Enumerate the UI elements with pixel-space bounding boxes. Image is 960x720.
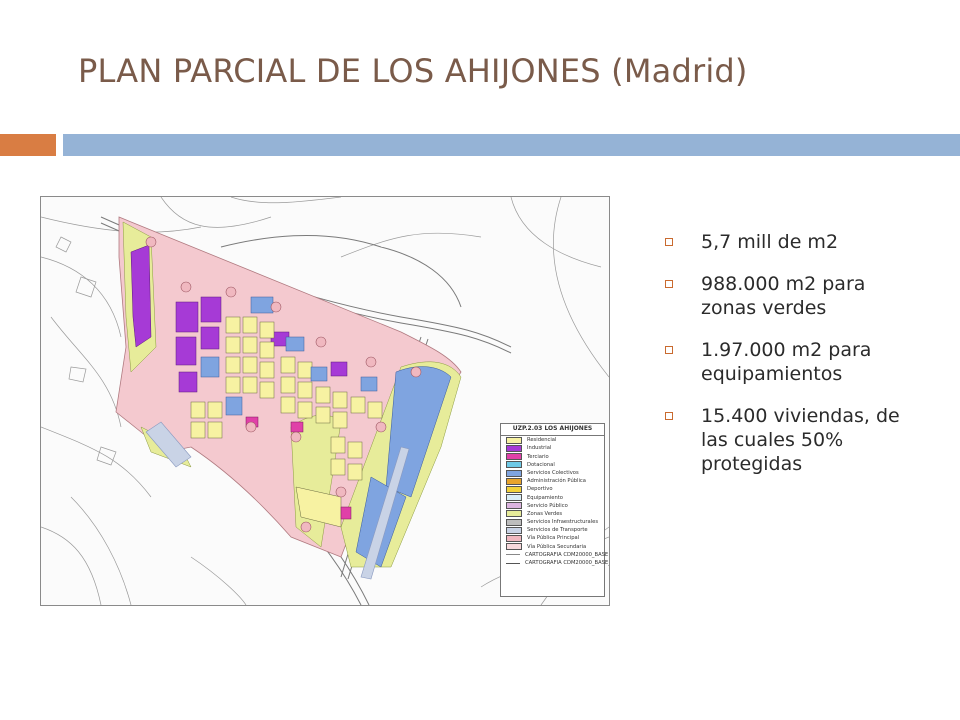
legend-item: Residencial [501,436,604,444]
legend-label: Administración Pública [527,478,586,485]
legend-label: Servicios Colectivos [527,469,579,476]
legend-item: Servicios Colectivos [501,469,604,477]
legend-label: Servicio Público [527,502,568,509]
legend-swatch [506,543,522,551]
accent-bar-blue [63,134,960,156]
legend-label: Terciario [527,453,549,460]
legend-label: Deportivo [527,486,553,493]
legend-label: Servicios de Transporte [527,527,588,534]
legend-label: Vía Pública Principal [527,535,580,542]
legend-item: Industrial [501,444,604,452]
legend-item: Servicio Público [501,502,604,510]
legend-item: Vía Pública Secundaria [501,543,604,551]
legend-item: Dotacional [501,461,604,469]
bullet-text: 15.400 viviendas, de las cuales 50% prot… [701,405,900,475]
map-legend: UZP.2.03 LOS AHIJONES Residencial Industr… [500,423,609,597]
legend-swatch [506,502,522,510]
bullet-text: 988.000 m2 para zonas verdes [701,273,866,319]
square-bullet-icon [665,346,673,354]
bullet-item: 1.97.000 m2 para equipamientos [663,338,923,386]
legend-label: Zonas Verdes [527,510,563,517]
legend-item: Vía Pública Principal [501,534,604,543]
bullet-item: 988.000 m2 para zonas verdes [663,272,923,320]
legend-swatch [506,477,522,485]
legend-label: Dotacional [527,461,555,468]
legend-label: Residencial [527,437,557,444]
legend-label: Vía Pública Secundaria [527,543,587,550]
legend-swatch [506,453,522,461]
legend-item: Administración Pública [501,477,604,485]
legend-item: Terciario [501,453,604,461]
legend-label: Servicios Infraestructurales [527,519,599,526]
legend-title: UZP.2.03 LOS AHIJONES [501,424,604,437]
legend-swatch [506,469,522,477]
square-bullet-icon [665,412,673,420]
bullet-item: 5,7 mill de m2 [663,230,923,254]
legend-item: Servicios de Transporte [501,526,604,534]
legend-label: CARTOGRAFIA CDM20000_BASE [525,551,609,558]
square-bullet-icon [665,238,673,246]
legend-swatch [506,436,522,444]
accent-bar-orange [0,134,56,156]
legend-swatch [506,461,522,469]
legend-line-item: CARTOGRAFIA CDM20000_BASE [501,551,608,559]
legend-label: Industrial [527,445,552,452]
legend-swatch [506,494,522,502]
legend-label: CARTOGRAFIA CDM20000_BASE_L_04 [525,560,609,567]
bullet-text: 5,7 mill de m2 [701,231,839,253]
legend-swatch [506,526,522,534]
legend-line-swatch [506,554,520,556]
legend-swatch [506,510,522,518]
slide-title: PLAN PARCIAL DE LOS AHIJONES (Madrid) [78,52,748,90]
legend-line-item: CARTOGRAFIA CDM20000_BASE_L_04 [501,559,609,567]
square-bullet-icon [665,280,673,288]
legend-swatch [506,444,522,452]
legend-item: Deportivo [501,485,604,493]
bullet-list: 5,7 mill de m2 988.000 m2 para zonas ver… [663,230,923,494]
legend-swatch [506,535,522,543]
bullet-item: 15.400 viviendas, de las cuales 50% prot… [663,404,923,476]
legend-item: Servicios Infraestructurales [501,518,604,526]
urban-plan-map: UZP.2.03 LOS AHIJONES Residencial Industr… [40,196,610,606]
legend-item: Equipamiento [501,494,604,502]
legend-label: Equipamiento [527,494,563,501]
legend-swatch [506,485,522,493]
bullet-text: 1.97.000 m2 para equipamientos [701,339,872,385]
legend-swatch [506,518,522,526]
legend-line-swatch [506,562,520,564]
legend-item: Zonas Verdes [501,510,604,518]
